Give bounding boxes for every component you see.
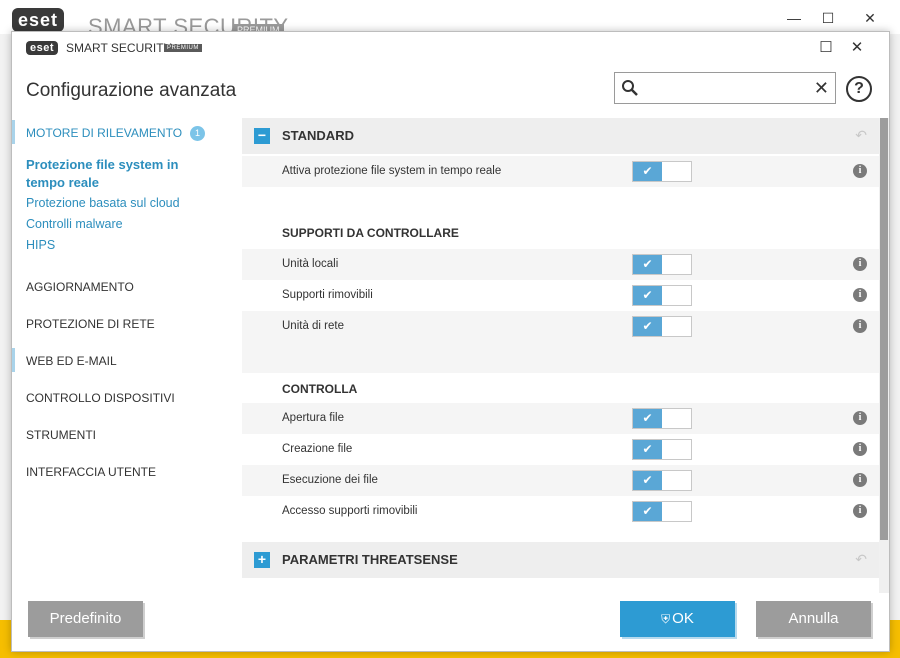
maximize-button[interactable]: ☐ xyxy=(808,6,848,30)
section-marker xyxy=(12,348,15,372)
spacer xyxy=(242,342,879,373)
sidebar-item-web-email[interactable]: WEB ED E-MAIL xyxy=(26,354,117,368)
eset-logo: eset xyxy=(12,8,65,32)
sidebar-item-device-control[interactable]: CONTROLLO DISPOSITIVI xyxy=(26,391,175,405)
sidebar-item-network-protection[interactable]: PROTEZIONE DI RETE xyxy=(26,317,155,331)
setting-label: Accesso supporti rimovibili xyxy=(282,505,418,517)
advanced-setup-dialog: eset SMART SECURITY PREMIUM ☐ ✕ Configur… xyxy=(11,31,890,652)
check-icon: ✔ xyxy=(633,162,662,181)
check-icon: ✔ xyxy=(633,409,662,428)
collapse-minus-icon[interactable]: − xyxy=(254,128,270,144)
setting-label: Creazione file xyxy=(282,443,353,455)
check-icon: ✔ xyxy=(633,317,662,336)
toggle-switch[interactable]: ✔ xyxy=(632,408,692,429)
info-icon[interactable]: i xyxy=(853,411,867,425)
settings-panel: − STANDARD ↶ Attiva protezione file syst… xyxy=(242,118,879,596)
section-title: PARAMETRI THREATSENSE xyxy=(282,552,458,567)
product-name: SMART SECURITY xyxy=(66,41,172,55)
eset-logo: eset xyxy=(26,41,59,55)
toggle-switch[interactable]: ✔ xyxy=(632,316,692,337)
sidebar-item-update[interactable]: AGGIORNAMENTO xyxy=(26,280,134,294)
setting-row: Apertura file ✔ i xyxy=(242,403,879,434)
setting-row: Accesso supporti rimovibili ✔ i xyxy=(242,496,879,527)
background-titlebar: eset SMART SECURITY PREMIUM — ☐ ✕ xyxy=(0,0,900,39)
setting-row: Unità locali ✔ i xyxy=(242,249,879,280)
premium-badge: PREMIUM xyxy=(164,44,202,52)
sidebar-item-user-interface[interactable]: INTERFACCIA UTENTE xyxy=(26,465,156,479)
setting-row: Supporti rimovibili ✔ i xyxy=(242,280,879,311)
clear-search-icon[interactable]: ✕ xyxy=(814,77,829,99)
scrollbar-thumb[interactable] xyxy=(880,118,888,540)
expand-plus-icon[interactable]: + xyxy=(254,552,270,568)
ok-label: OK xyxy=(672,610,694,627)
toggle-switch[interactable]: ✔ xyxy=(632,501,692,522)
setting-label: Apertura file xyxy=(282,412,345,424)
notification-count-badge: 1 xyxy=(190,126,206,141)
search-box: ✕ xyxy=(614,72,836,104)
help-icon[interactable]: ? xyxy=(846,76,872,102)
subheading-band: SUPPORTI DA CONTROLLARE xyxy=(242,211,879,249)
maximize-button[interactable]: ☐ xyxy=(815,37,837,59)
sidebar: MOTORE DI RILEVAMENTO 1 Protezione file s… xyxy=(12,116,240,586)
subheading-band: CONTROLLA xyxy=(242,373,879,403)
info-icon[interactable]: i xyxy=(853,164,867,178)
section-threatsense-header[interactable]: + PARAMETRI THREATSENSE ↶ xyxy=(242,542,879,578)
info-icon[interactable]: i xyxy=(853,504,867,518)
sidebar-subitem-realtime-protection[interactable]: Protezione file system in tempo reale xyxy=(26,156,196,192)
check-icon: ✔ xyxy=(633,440,662,459)
setting-row: Unità di rete ✔ i xyxy=(242,311,879,342)
check-icon: ✔ xyxy=(633,471,662,490)
sidebar-item-label: MOTORE DI RILEVAMENTO xyxy=(26,126,183,140)
close-button[interactable]: ✕ xyxy=(846,37,868,59)
page-title: Configurazione avanzata xyxy=(26,80,237,101)
check-icon: ✔ xyxy=(633,502,662,521)
sidebar-subitem-hips[interactable]: HIPS xyxy=(26,238,55,252)
check-icon: ✔ xyxy=(633,286,662,305)
info-icon[interactable]: i xyxy=(853,288,867,302)
search-icon xyxy=(622,80,638,96)
search-input[interactable] xyxy=(645,77,805,99)
setting-row: Creazione file ✔ i xyxy=(242,434,879,465)
default-button[interactable]: Predefinito xyxy=(28,601,143,637)
spacer xyxy=(242,187,879,211)
toggle-switch[interactable]: ✔ xyxy=(632,439,692,460)
vertical-scrollbar[interactable] xyxy=(879,118,889,593)
sidebar-item-tools[interactable]: STRUMENTI xyxy=(26,428,96,442)
setting-label: Supporti rimovibili xyxy=(282,289,373,301)
sidebar-item-detection-engine[interactable]: MOTORE DI RILEVAMENTO 1 xyxy=(26,126,206,141)
toggle-switch[interactable]: ✔ xyxy=(632,285,692,306)
check-icon: ✔ xyxy=(633,255,662,274)
group-heading: SUPPORTI DA CONTROLLARE xyxy=(282,226,459,240)
undo-icon[interactable]: ↶ xyxy=(855,551,867,568)
setting-label: Unità di rete xyxy=(282,320,345,332)
undo-icon[interactable]: ↶ xyxy=(855,127,867,144)
group-heading: CONTROLLA xyxy=(282,382,358,396)
active-section-marker xyxy=(12,120,15,144)
toggle-switch[interactable]: ✔ xyxy=(632,161,692,182)
setting-row: Esecuzione dei file ✔ i xyxy=(242,465,879,496)
section-title: STANDARD xyxy=(282,128,354,143)
section-standard-header[interactable]: − STANDARD ↶ xyxy=(242,118,879,154)
cancel-button[interactable]: Annulla xyxy=(756,601,871,637)
setting-label: Esecuzione dei file xyxy=(282,474,378,486)
info-icon[interactable]: i xyxy=(853,257,867,271)
sidebar-subitem-malware-scans[interactable]: Controlli malware xyxy=(26,217,123,231)
info-icon[interactable]: i xyxy=(853,473,867,487)
toggle-switch[interactable]: ✔ xyxy=(632,254,692,275)
dialog-titlebar: eset SMART SECURITY PREMIUM ☐ ✕ xyxy=(12,32,889,64)
toggle-switch[interactable]: ✔ xyxy=(632,470,692,491)
setting-label: Unità locali xyxy=(282,258,339,270)
ok-button[interactable]: ⛨ OK xyxy=(620,601,735,637)
close-button[interactable]: ✕ xyxy=(850,6,890,30)
info-icon[interactable]: i xyxy=(853,442,867,456)
sidebar-subitem-cloud-protection[interactable]: Protezione basata sul cloud xyxy=(26,196,180,210)
shield-icon: ⛨ xyxy=(661,612,671,626)
info-icon[interactable]: i xyxy=(853,319,867,333)
setting-row: Attiva protezione file system in tempo r… xyxy=(242,156,879,187)
setting-label: Attiva protezione file system in tempo r… xyxy=(282,165,502,177)
